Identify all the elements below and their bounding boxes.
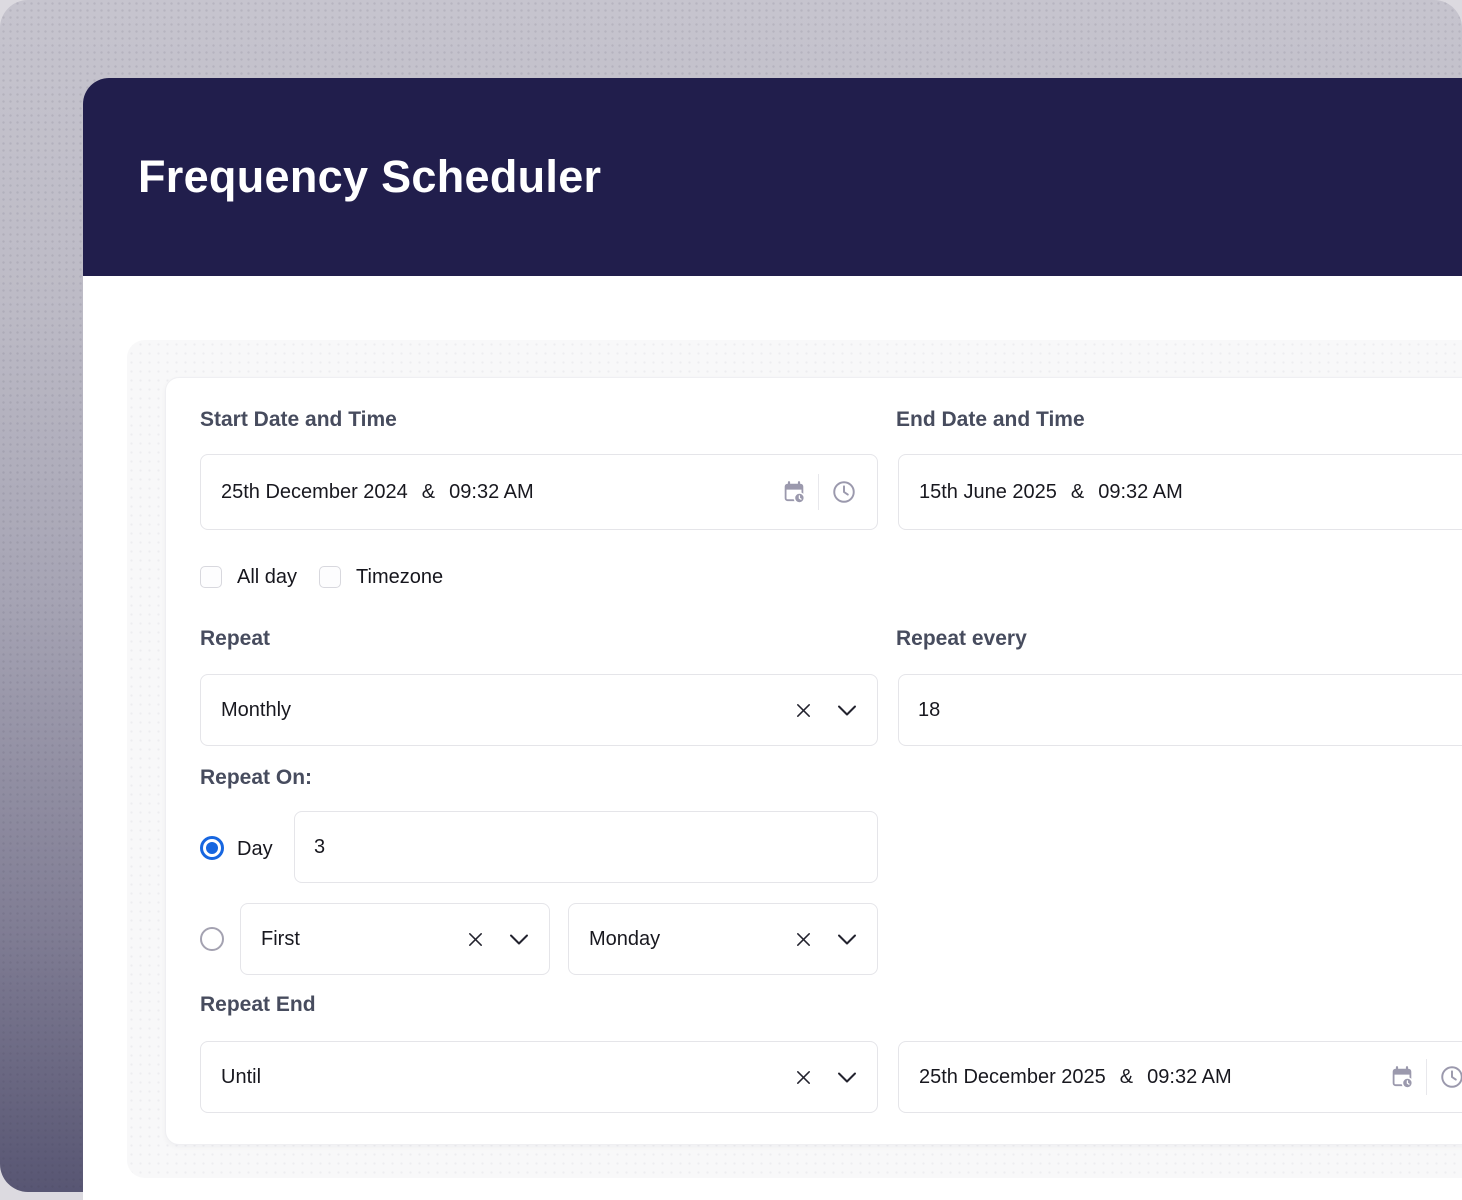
clock-icon[interactable] xyxy=(831,479,857,505)
start-datetime-field[interactable]: 25th December 2024 & 09:32 AM xyxy=(200,454,878,530)
ordinal-weekday-radio[interactable] xyxy=(200,927,224,951)
calendar-clock-icon[interactable] xyxy=(1390,1065,1414,1089)
content-panel: Start Date and Time End Date and Time 25… xyxy=(127,340,1462,1178)
end-datetime-field[interactable]: 15th June 2025 & 09:32 AM xyxy=(898,454,1462,530)
chevron-down-icon[interactable] xyxy=(509,934,529,945)
clear-icon[interactable] xyxy=(466,930,485,949)
end-date-label: End Date and Time xyxy=(896,408,1085,431)
end-time-value: 09:32 AM xyxy=(1098,480,1183,503)
chevron-down-icon[interactable] xyxy=(837,934,857,945)
until-time-value: 09:32 AM xyxy=(1147,1065,1232,1088)
clear-icon[interactable] xyxy=(794,701,813,720)
repeat-select-value: Monthly xyxy=(221,698,292,721)
until-date-value: 25th December 2025 xyxy=(919,1065,1106,1088)
page-background: Frequency Scheduler Start Date and Time … xyxy=(0,0,1462,1200)
ordinal-select[interactable]: First xyxy=(240,903,550,975)
page-title: Frequency Scheduler xyxy=(138,151,602,202)
clear-icon[interactable] xyxy=(794,930,813,949)
calendar-clock-icon[interactable] xyxy=(782,480,806,504)
all-day-checkbox[interactable] xyxy=(200,566,222,588)
repeat-end-select[interactable]: Until xyxy=(200,1041,878,1113)
ordinal-select-value: First xyxy=(261,927,300,950)
repeat-every-input[interactable] xyxy=(898,674,1462,746)
clear-icon[interactable] xyxy=(794,1068,813,1087)
day-radio-label: Day xyxy=(237,838,273,860)
weekday-select-value: Monday xyxy=(589,927,661,950)
day-radio[interactable] xyxy=(200,836,224,860)
clock-icon[interactable] xyxy=(1439,1064,1462,1090)
weekday-select[interactable]: Monday xyxy=(568,903,878,975)
window-header: Frequency Scheduler xyxy=(83,78,1462,276)
date-time-joiner: & xyxy=(1119,1065,1134,1088)
end-date-value: 15th June 2025 xyxy=(919,480,1057,503)
repeat-select[interactable]: Monthly xyxy=(200,674,878,746)
start-time-value: 09:32 AM xyxy=(449,480,534,503)
repeat-on-label: Repeat On: xyxy=(200,766,313,789)
chevron-down-icon[interactable] xyxy=(837,1072,857,1083)
timezone-checkbox[interactable] xyxy=(319,566,342,588)
start-date-value: 25th December 2024 xyxy=(221,480,408,503)
date-time-joiner: & xyxy=(421,480,436,503)
all-day-label: All day xyxy=(237,565,298,588)
icon-divider xyxy=(1426,1059,1427,1095)
day-options-row: All day Timezone xyxy=(200,563,443,591)
icon-divider xyxy=(818,474,819,510)
repeat-end-select-value: Until xyxy=(221,1065,262,1088)
repeat-end-label: Repeat End xyxy=(200,993,316,1016)
until-datetime-field[interactable]: 25th December 2025 & 09:32 AM xyxy=(898,1041,1462,1113)
scheduler-window: Frequency Scheduler Start Date and Time … xyxy=(83,78,1462,1200)
repeat-label: Repeat xyxy=(200,627,271,650)
date-time-joiner: & xyxy=(1070,480,1085,503)
form-card: Start Date and Time End Date and Time 25… xyxy=(165,377,1462,1145)
repeat-every-label: Repeat every xyxy=(896,627,1027,650)
start-date-label: Start Date and Time xyxy=(200,408,397,431)
day-number-input[interactable] xyxy=(294,811,878,883)
timezone-label: Timezone xyxy=(356,565,444,588)
chevron-down-icon[interactable] xyxy=(837,705,857,716)
